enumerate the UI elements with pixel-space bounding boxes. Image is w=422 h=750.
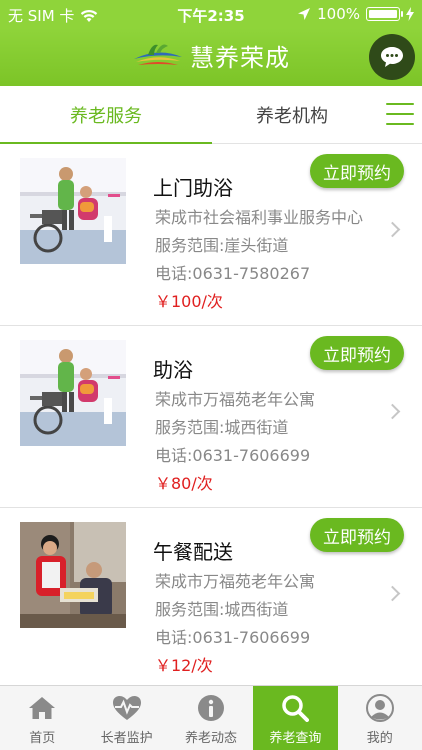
info-icon	[196, 693, 226, 723]
heart-pulse-icon	[112, 693, 142, 723]
service-thumbnail	[20, 340, 126, 446]
service-range: 服务范围:城西街道	[155, 600, 289, 619]
service-phone[interactable]: 电话:0631-7606699	[155, 442, 310, 466]
chevron-right-icon	[384, 221, 401, 238]
nav-elder-monitoring[interactable]: 长者监护	[84, 686, 168, 750]
service-card[interactable]: 助浴 荣成市万福苑老年公寓 服务范围:城西街道 电话:0631-7606699 …	[0, 326, 422, 508]
battery-icon	[366, 7, 403, 21]
service-card[interactable]: 上门助浴 荣成市社会福利事业服务中心 服务范围:崖头街道 电话:0631-758…	[0, 144, 422, 326]
bottom-nav: 首页 长者监护 养老动态 养老查询 我的	[0, 685, 422, 750]
service-phone[interactable]: 电话:0631-7580267	[155, 260, 310, 284]
nav-mine[interactable]: 我的	[338, 686, 422, 750]
nav-label: 长者监护	[100, 731, 153, 746]
service-name: 助浴	[153, 358, 193, 382]
app-title: 慧养荣成	[190, 44, 290, 72]
tab-elderly-institutions[interactable]: 养老机构	[212, 86, 372, 144]
service-org: 荣成市万福苑老年公寓	[155, 572, 316, 591]
search-icon	[280, 693, 310, 723]
location-arrow-icon	[298, 8, 311, 20]
service-card[interactable]: 午餐配送 荣成市万福苑老年公寓 服务范围:城西街道 电话:0631-760669…	[0, 508, 422, 685]
status-bar: 无 SIM 卡 下午2:35 100%	[0, 0, 422, 28]
service-range: 服务范围:崖头街道	[155, 236, 289, 255]
chevron-right-icon	[384, 585, 401, 602]
category-tabs: 养老服务 养老机构	[0, 86, 422, 145]
book-now-button[interactable]: 立即预约	[310, 154, 404, 188]
service-price: ￥80/次	[155, 474, 213, 493]
nav-label: 首页	[29, 731, 56, 746]
menu-icon[interactable]	[386, 103, 414, 127]
service-phone[interactable]: 电话:0631-7606699	[155, 624, 310, 648]
home-icon	[27, 693, 57, 723]
service-price: ￥100/次	[155, 292, 223, 311]
chat-bubble-icon	[381, 47, 403, 67]
service-list: 上门助浴 荣成市社会福利事业服务中心 服务范围:崖头街道 电话:0631-758…	[0, 144, 422, 685]
nav-home[interactable]: 首页	[0, 686, 84, 750]
service-thumbnail	[20, 158, 126, 264]
nav-label: 养老查询	[269, 731, 322, 746]
chevron-right-icon	[384, 403, 401, 420]
nav-elderly-news[interactable]: 养老动态	[169, 686, 253, 750]
chat-button[interactable]	[369, 34, 415, 80]
service-thumbnail	[20, 522, 126, 628]
status-right: 100%	[297, 5, 414, 23]
book-now-button[interactable]: 立即预约	[310, 336, 404, 370]
tab-elderly-services[interactable]: 养老服务	[0, 86, 212, 145]
service-name: 上门助浴	[153, 176, 233, 200]
brand: 慧养荣成	[0, 38, 422, 73]
service-price: ￥12/次	[155, 656, 213, 675]
service-name: 午餐配送	[153, 540, 233, 564]
nav-label: 我的	[366, 731, 393, 746]
battery-percent: 100%	[317, 5, 360, 23]
logo-icon	[134, 44, 182, 65]
nav-label: 养老动态	[184, 731, 237, 746]
charging-bolt-icon	[406, 7, 414, 21]
service-org: 荣成市万福苑老年公寓	[155, 390, 316, 409]
book-now-button[interactable]: 立即预约	[310, 518, 404, 552]
nav-elderly-search[interactable]: 养老查询	[253, 686, 338, 750]
user-icon	[365, 693, 395, 723]
service-range: 服务范围:城西街道	[155, 418, 289, 437]
app-header: 慧养荣成	[0, 28, 422, 86]
service-org: 荣成市社会福利事业服务中心	[155, 208, 364, 227]
